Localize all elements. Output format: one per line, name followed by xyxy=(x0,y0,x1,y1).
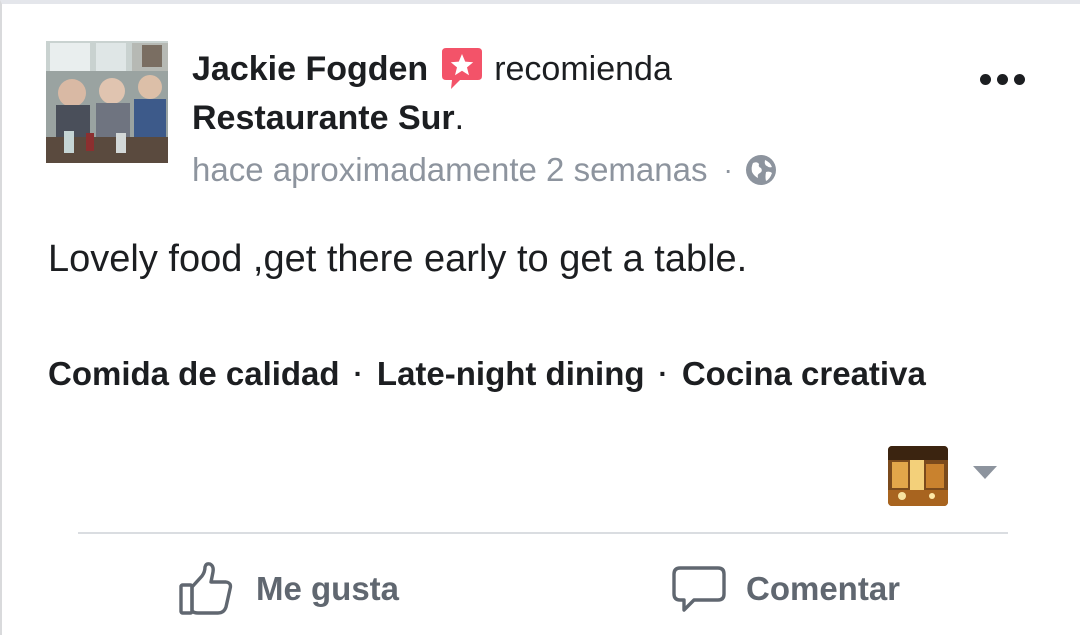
more-dot xyxy=(979,73,991,85)
more-dot xyxy=(1013,73,1025,85)
tag-separator: · xyxy=(658,358,668,389)
comment-label: Comentar xyxy=(746,570,901,607)
post-timestamp[interactable]: hace aproximadamente 2 semanas xyxy=(192,151,707,189)
more-options-icon[interactable] xyxy=(974,62,1030,96)
divider xyxy=(78,532,1008,534)
recommend-star-icon xyxy=(440,46,484,92)
chevron-down-icon[interactable] xyxy=(970,462,1000,484)
comment-icon xyxy=(670,558,728,620)
post-header: Jackie Fogden recomienda xyxy=(192,44,672,94)
post-meta: hace aproximadamente 2 semanas · xyxy=(192,148,777,192)
recommendation-tags: Comida de calidad · Late-night dining · … xyxy=(48,350,926,398)
globe-icon[interactable] xyxy=(745,154,777,186)
post-text: Lovely food ,get there early to get a ta… xyxy=(48,238,748,280)
tag-separator: · xyxy=(353,358,363,389)
recommend-verb: recomienda xyxy=(494,49,672,88)
place-punctuation: . xyxy=(454,98,465,137)
tag: Comida de calidad xyxy=(48,355,340,392)
more-dot xyxy=(996,73,1008,85)
tag: Late-night dining xyxy=(376,355,645,392)
place-line: Restaurante Sur . xyxy=(192,96,464,140)
author-avatar[interactable] xyxy=(46,41,168,163)
avatar-photo xyxy=(46,41,168,163)
tag: Cocina creativa xyxy=(681,355,926,392)
comment-button[interactable]: Comentar xyxy=(670,556,900,622)
like-button[interactable]: Me gusta xyxy=(176,556,399,622)
audience-thumbnail[interactable] xyxy=(888,446,948,506)
thumbs-up-icon xyxy=(176,558,238,620)
like-label: Me gusta xyxy=(256,570,400,607)
post-card: Jackie Fogden recomienda Restaurante Sur… xyxy=(0,0,1080,635)
place-name[interactable]: Restaurante Sur xyxy=(192,99,455,138)
author-name[interactable]: Jackie Fogden xyxy=(192,50,428,89)
meta-separator: · xyxy=(723,154,733,185)
